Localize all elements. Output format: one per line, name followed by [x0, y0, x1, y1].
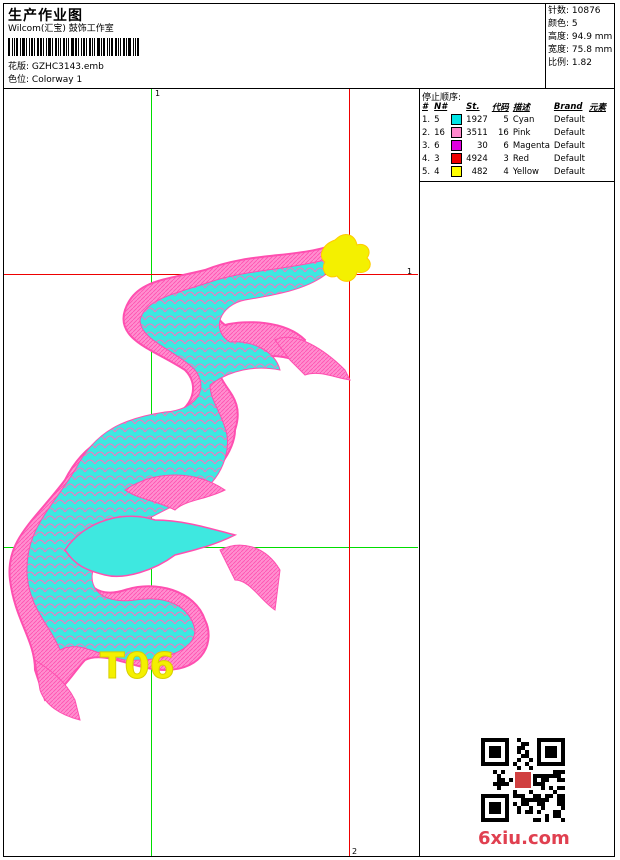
row-desc: Pink [512, 127, 531, 138]
colorway-value: Colorway 1 [31, 75, 83, 85]
qr-code [481, 738, 565, 822]
row-brand: Default [553, 140, 585, 151]
dragon-embroidery-artwork: T06 [8, 234, 371, 721]
sidebar-table-divider [420, 181, 614, 182]
row-index: 1. [422, 114, 431, 125]
stat-height: 高度: 94.9 mm [548, 32, 613, 42]
col-swatch [449, 101, 464, 113]
table-row: 4. 3 4924 3 Red Default [420, 152, 608, 165]
row-stitches: 4924 [466, 153, 488, 164]
col-brand: Brand [553, 102, 583, 112]
row-needle: 4 [434, 166, 440, 177]
row-desc: Red [512, 153, 529, 164]
color-swatch [451, 127, 463, 138]
row-needle: 3 [434, 153, 440, 164]
row-swatch [449, 165, 464, 178]
col-index: # [422, 102, 428, 112]
col-needle: N# [434, 102, 448, 112]
row-code: 6 [503, 140, 509, 151]
row-stitches: 3511 [466, 127, 488, 138]
stat-stitches: 针数: 10876 [548, 6, 601, 16]
row-code: 16 [497, 127, 509, 138]
company-name: Wilcom(汇宝) 鼓饰工作室 [8, 24, 114, 34]
col-desc: 描述 [512, 103, 530, 113]
design-label: 花版: [8, 62, 30, 72]
artwork-text: T06 [100, 646, 175, 687]
row-code: 5 [503, 114, 509, 125]
colorway-label: 色位: [8, 75, 30, 85]
table-row: 5. 4 482 4 Yellow Default [420, 165, 608, 178]
row-code: 4 [503, 166, 509, 177]
row-brand: Default [553, 166, 585, 177]
color-swatch [451, 166, 463, 177]
table-header-row: # N# St. 代码 描述 Brand 元素 [420, 101, 608, 113]
stat-scale: 比例: 1.82 [548, 58, 592, 68]
row-brand: Default [553, 127, 585, 138]
dragon-claw-upper [274, 336, 351, 381]
row-index: 4. [422, 153, 431, 164]
stat-colors: 颜色: 5 [548, 19, 578, 29]
stop-sequence-table: # N# St. 代码 描述 Brand 元素 1. 5 1927 5 Cyan… [420, 101, 608, 178]
row-code: 3 [503, 153, 509, 164]
table-row: 1. 5 1927 5 Cyan Default [420, 113, 608, 126]
guide-label-1: 1 [155, 89, 161, 98]
page-title: 生产作业图 [8, 8, 83, 24]
design-file: 花版: GZHC3143.emb [8, 61, 104, 73]
row-brand: Default [553, 153, 585, 164]
table-row: 3. 6 30 6 Magenta Default [420, 139, 608, 152]
row-stitches: 482 [471, 166, 488, 177]
row-element [587, 126, 608, 139]
barcode [8, 38, 152, 56]
color-swatch [451, 153, 463, 164]
row-index: 5. [422, 166, 431, 177]
row-swatch [449, 139, 464, 152]
row-index: 2. [422, 127, 431, 138]
row-index: 3. [422, 140, 431, 151]
row-needle: 5 [434, 114, 440, 125]
col-element: 元素 [588, 103, 606, 113]
color-swatch [451, 140, 463, 151]
row-element [587, 152, 608, 165]
colorway: 色位: Colorway 1 [8, 74, 82, 86]
row-stitches: 30 [476, 140, 488, 151]
row-brand: Default [553, 114, 585, 125]
row-desc: Cyan [512, 114, 535, 125]
row-stitches: 1927 [466, 114, 488, 125]
dragon-claw-lower [219, 544, 281, 611]
col-code: 代码 [491, 103, 509, 113]
row-needle: 16 [434, 127, 445, 138]
row-swatch [449, 113, 464, 126]
row-swatch [449, 126, 464, 139]
row-needle: 6 [434, 140, 440, 151]
design-stats: 针数: 10876 颜色: 5 高度: 94.9 mm 宽度: 75.8 mm … [548, 5, 614, 70]
row-desc: Magenta [512, 140, 550, 151]
table-row: 2. 16 3511 16 Pink Default [420, 126, 608, 139]
row-desc: Yellow [512, 166, 539, 177]
site-logo: 6xiu.com [478, 828, 570, 849]
stat-width: 宽度: 75.8 mm [548, 45, 613, 55]
row-element [587, 113, 608, 126]
row-swatch [449, 152, 464, 165]
design-value: GZHC3143.emb [31, 62, 104, 72]
stats-divider [545, 4, 546, 88]
header-divider [4, 88, 614, 89]
guide-label-2: 2 [352, 847, 358, 856]
row-element [587, 165, 608, 178]
flaming-pearl [320, 234, 371, 282]
col-stitches: St. [466, 102, 480, 112]
color-swatch [451, 114, 463, 125]
row-element [587, 139, 608, 152]
